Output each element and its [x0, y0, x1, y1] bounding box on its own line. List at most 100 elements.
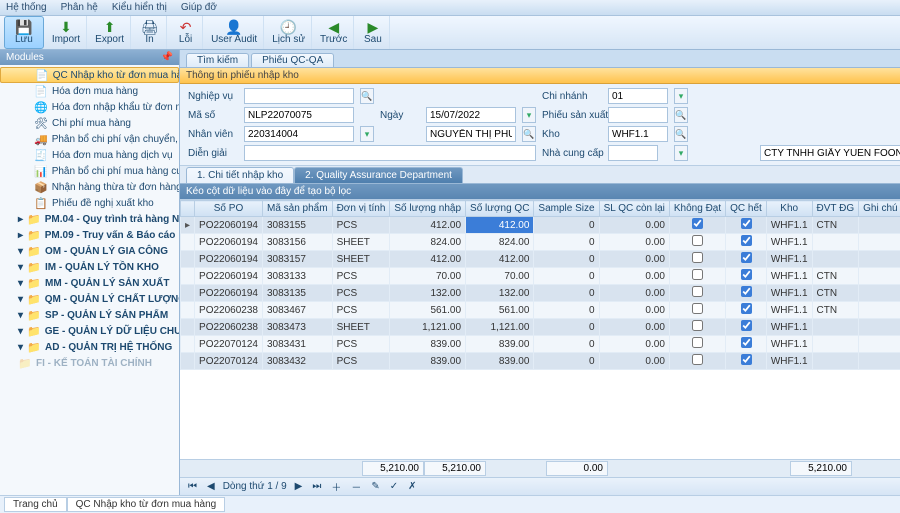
cell[interactable]: SHEET — [332, 319, 390, 336]
cell[interactable]: 561.00 — [466, 302, 534, 319]
cell[interactable]: 0.00 — [599, 217, 669, 234]
cell[interactable] — [669, 251, 725, 268]
cell[interactable]: 824.00 — [466, 234, 534, 251]
cell[interactable] — [726, 285, 767, 302]
cell[interactable]: 0.00 — [599, 302, 669, 319]
cell[interactable] — [726, 234, 767, 251]
cell[interactable]: PO22060238 — [195, 302, 263, 319]
cell[interactable] — [669, 353, 725, 370]
cell[interactable] — [726, 302, 767, 319]
cell[interactable]: 3083156 — [262, 234, 332, 251]
cell[interactable] — [859, 319, 900, 336]
nav-prev[interactable]: ◀ — [205, 481, 217, 492]
table-row[interactable]: PO220601943083133PCS70.0070.0000.00WHF1.… — [181, 268, 900, 285]
checkbox-qchet[interactable] — [741, 320, 752, 331]
table-row[interactable]: PO220601943083135PCS132.00132.0000.00WHF… — [181, 285, 900, 302]
cell[interactable]: PO22060194 — [195, 268, 263, 285]
cell[interactable]: 3083157 — [262, 251, 332, 268]
tree-folder[interactable]: ▾📁OM - QUẢN LÝ GIA CÔNG — [0, 243, 179, 259]
cell[interactable] — [669, 217, 725, 234]
tree-item[interactable]: 🚚Phân bổ chi phí vận chuyển, mua ... — [0, 131, 179, 147]
cell[interactable]: PCS — [332, 302, 390, 319]
checkbox-qchet[interactable] — [741, 337, 752, 348]
menu-kieuhienthi[interactable]: Kiểu hiển thị — [112, 2, 167, 13]
cell[interactable]: 0 — [534, 251, 599, 268]
tree-folder[interactable]: ▾📁QM - QUẢN LÝ CHẤT LƯỢNG — [0, 291, 179, 307]
save-button[interactable]: 💾Lưu — [4, 16, 44, 49]
checkbox-qchet[interactable] — [741, 218, 752, 229]
cell[interactable]: WHF1.1 — [766, 251, 812, 268]
cell[interactable]: 0 — [534, 353, 599, 370]
cell[interactable] — [812, 319, 859, 336]
col-header[interactable]: Không Đạt — [669, 201, 725, 217]
cell[interactable]: 0.00 — [599, 268, 669, 285]
cell[interactable]: 412.00 — [466, 217, 534, 234]
cell[interactable]: 0.00 — [599, 234, 669, 251]
calendar-icon[interactable]: ▾ — [522, 107, 536, 123]
input-kho[interactable] — [608, 126, 668, 142]
cell[interactable]: CTN — [812, 285, 859, 302]
cell[interactable] — [669, 319, 725, 336]
nav-edit[interactable]: ✎ — [369, 481, 381, 492]
tree-folder[interactable]: ▸📁PM.04 - Quy trình trả hàng NCC — [0, 211, 179, 227]
cell[interactable]: SHEET — [332, 234, 390, 251]
checkbox-khongdat[interactable] — [692, 235, 703, 246]
col-header[interactable]: Đơn vị tính — [332, 201, 390, 217]
checkbox-khongdat[interactable] — [692, 286, 703, 297]
table-row[interactable]: PO220701243083432PCS839.00839.0000.00WHF… — [181, 353, 900, 370]
cell[interactable]: 3083133 — [262, 268, 332, 285]
cell[interactable]: 839.00 — [390, 353, 466, 370]
export-button[interactable]: ⬆Export — [89, 16, 131, 49]
prev-button[interactable]: ◀Trước — [314, 16, 354, 49]
checkbox-qchet[interactable] — [741, 286, 752, 297]
cell[interactable] — [812, 234, 859, 251]
cell[interactable]: WHF1.1 — [766, 302, 812, 319]
nav-cancel[interactable]: ✗ — [406, 481, 418, 492]
table-row[interactable]: PO220602383083467PCS561.00561.0000.00WHF… — [181, 302, 900, 319]
col-header[interactable]: SL QC còn lại — [599, 201, 669, 217]
cell[interactable] — [812, 353, 859, 370]
tab-phieuqcqa[interactable]: Phiếu QC-QA — [251, 53, 334, 67]
tree-folder[interactable]: ▾📁AD - QUẢN TRỊ HỆ THỐNG — [0, 339, 179, 355]
tree-item[interactable]: 📋Phiếu đề nghị xuất kho — [0, 195, 179, 211]
input-phieusx[interactable] — [608, 107, 668, 123]
pin-icon[interactable]: 📌 — [161, 52, 173, 63]
input-ngay[interactable] — [426, 107, 516, 123]
tree-item-qc-nhapkho[interactable]: 📄QC Nhập kho từ đơn mua hàng — [0, 67, 179, 83]
tab-timkiem[interactable]: Tìm kiếm — [186, 53, 249, 67]
cell[interactable]: CTN — [812, 268, 859, 285]
cell[interactable]: WHF1.1 — [766, 268, 812, 285]
table-row[interactable]: PO220701243083431PCS839.00839.0000.00WHF… — [181, 336, 900, 353]
cell[interactable]: 0 — [534, 217, 599, 234]
cell[interactable] — [859, 302, 900, 319]
tab-chitiet[interactable]: 1. Chi tiết nhập kho — [186, 167, 294, 183]
col-header[interactable]: QC hết — [726, 201, 767, 217]
cell[interactable] — [669, 302, 725, 319]
cell[interactable]: 3083432 — [262, 353, 332, 370]
tree-item[interactable]: 📊Phân bổ chi phí mua hàng cuối kỳ — [0, 163, 179, 179]
cell[interactable]: 824.00 — [390, 234, 466, 251]
tree-folder[interactable]: ▾📁IM - QUẢN LÝ TỒN KHO — [0, 259, 179, 275]
cell[interactable]: 0 — [534, 268, 599, 285]
col-header[interactable]: ĐVT ĐG — [812, 201, 859, 217]
input-maso[interactable] — [244, 107, 354, 123]
cell[interactable]: 839.00 — [466, 336, 534, 353]
cell[interactable]: WHF1.1 — [766, 285, 812, 302]
cell[interactable]: 0 — [534, 285, 599, 302]
cell[interactable] — [859, 285, 900, 302]
cell[interactable]: SHEET — [332, 251, 390, 268]
nav-next[interactable]: ▶ — [293, 481, 305, 492]
col-header[interactable]: Số lượng nhập — [390, 201, 466, 217]
tree-item[interactable]: 📄Hóa đơn mua hàng — [0, 83, 179, 99]
cell[interactable] — [859, 234, 900, 251]
cell[interactable] — [726, 251, 767, 268]
useraudit-button[interactable]: 👤User Audit — [205, 16, 264, 49]
checkbox-khongdat[interactable] — [692, 320, 703, 331]
cell[interactable] — [669, 336, 725, 353]
cell[interactable]: WHF1.1 — [766, 217, 812, 234]
cell[interactable]: 0.00 — [599, 336, 669, 353]
cell[interactable]: 839.00 — [466, 353, 534, 370]
tree-folder[interactable]: ▾📁SP - QUẢN LÝ SẢN PHẨM — [0, 307, 179, 323]
cell[interactable] — [812, 336, 859, 353]
table-row[interactable]: PO220601943083156SHEET824.00824.0000.00W… — [181, 234, 900, 251]
